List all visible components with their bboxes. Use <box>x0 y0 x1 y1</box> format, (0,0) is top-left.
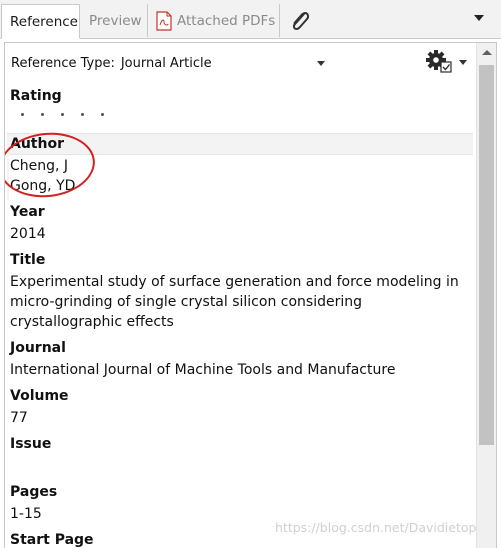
rating-star-2[interactable] <box>41 113 44 116</box>
tab-preview-label: Preview <box>89 12 142 29</box>
year-value[interactable]: 2014 <box>10 224 470 244</box>
journal-label: Journal <box>10 340 66 356</box>
rating-star-3[interactable] <box>61 113 64 116</box>
rating-star-1[interactable] <box>21 113 24 116</box>
tab-reference-label: Reference <box>10 13 78 30</box>
paperclip-icon[interactable] <box>288 8 312 34</box>
rating-star-5[interactable] <box>101 113 104 116</box>
title-label: Title <box>10 252 46 268</box>
tab-menu-dropdown-icon[interactable] <box>474 15 484 21</box>
gear-dropdown-icon[interactable] <box>459 60 467 65</box>
tab-reference[interactable]: Reference <box>1 4 80 39</box>
reference-panel: Reference Type: Journal Article Rating A… <box>4 42 497 548</box>
reference-type-row[interactable]: Reference Type: Journal Article <box>11 56 212 71</box>
rating-stars[interactable] <box>21 113 121 116</box>
vertical-scrollbar[interactable] <box>476 43 496 548</box>
volume-value[interactable]: 77 <box>10 408 470 428</box>
volume-label: Volume <box>10 388 69 404</box>
reference-type-dropdown-icon[interactable] <box>317 61 325 66</box>
tab-bar: Reference Preview Attached PDFs <box>0 0 501 39</box>
start-page-label: Start Page <box>10 532 94 548</box>
tab-attached-pdfs-label: Attached PDFs <box>177 12 276 29</box>
tab-preview[interactable]: Preview <box>80 4 148 37</box>
title-value[interactable]: Experimental study of surface generation… <box>10 272 470 332</box>
pages-label: Pages <box>10 484 58 500</box>
pdf-icon <box>156 10 172 31</box>
gear-icon[interactable] <box>425 49 455 75</box>
reference-type-value[interactable]: Journal Article <box>121 56 212 71</box>
rating-star-4[interactable] <box>81 113 84 116</box>
year-label: Year <box>10 204 45 220</box>
rating-label: Rating <box>10 88 62 104</box>
watermark-text: https://blog.csdn.net/Davidietop <box>275 520 477 535</box>
tab-attached-pdfs[interactable]: Attached PDFs <box>148 4 280 37</box>
scroll-thumb[interactable] <box>479 65 494 445</box>
issue-label: Issue <box>10 436 52 452</box>
scroll-up-arrow-icon[interactable] <box>482 50 492 55</box>
reference-type-label: Reference Type: <box>11 56 115 71</box>
journal-value[interactable]: International Journal of Machine Tools a… <box>10 360 470 380</box>
